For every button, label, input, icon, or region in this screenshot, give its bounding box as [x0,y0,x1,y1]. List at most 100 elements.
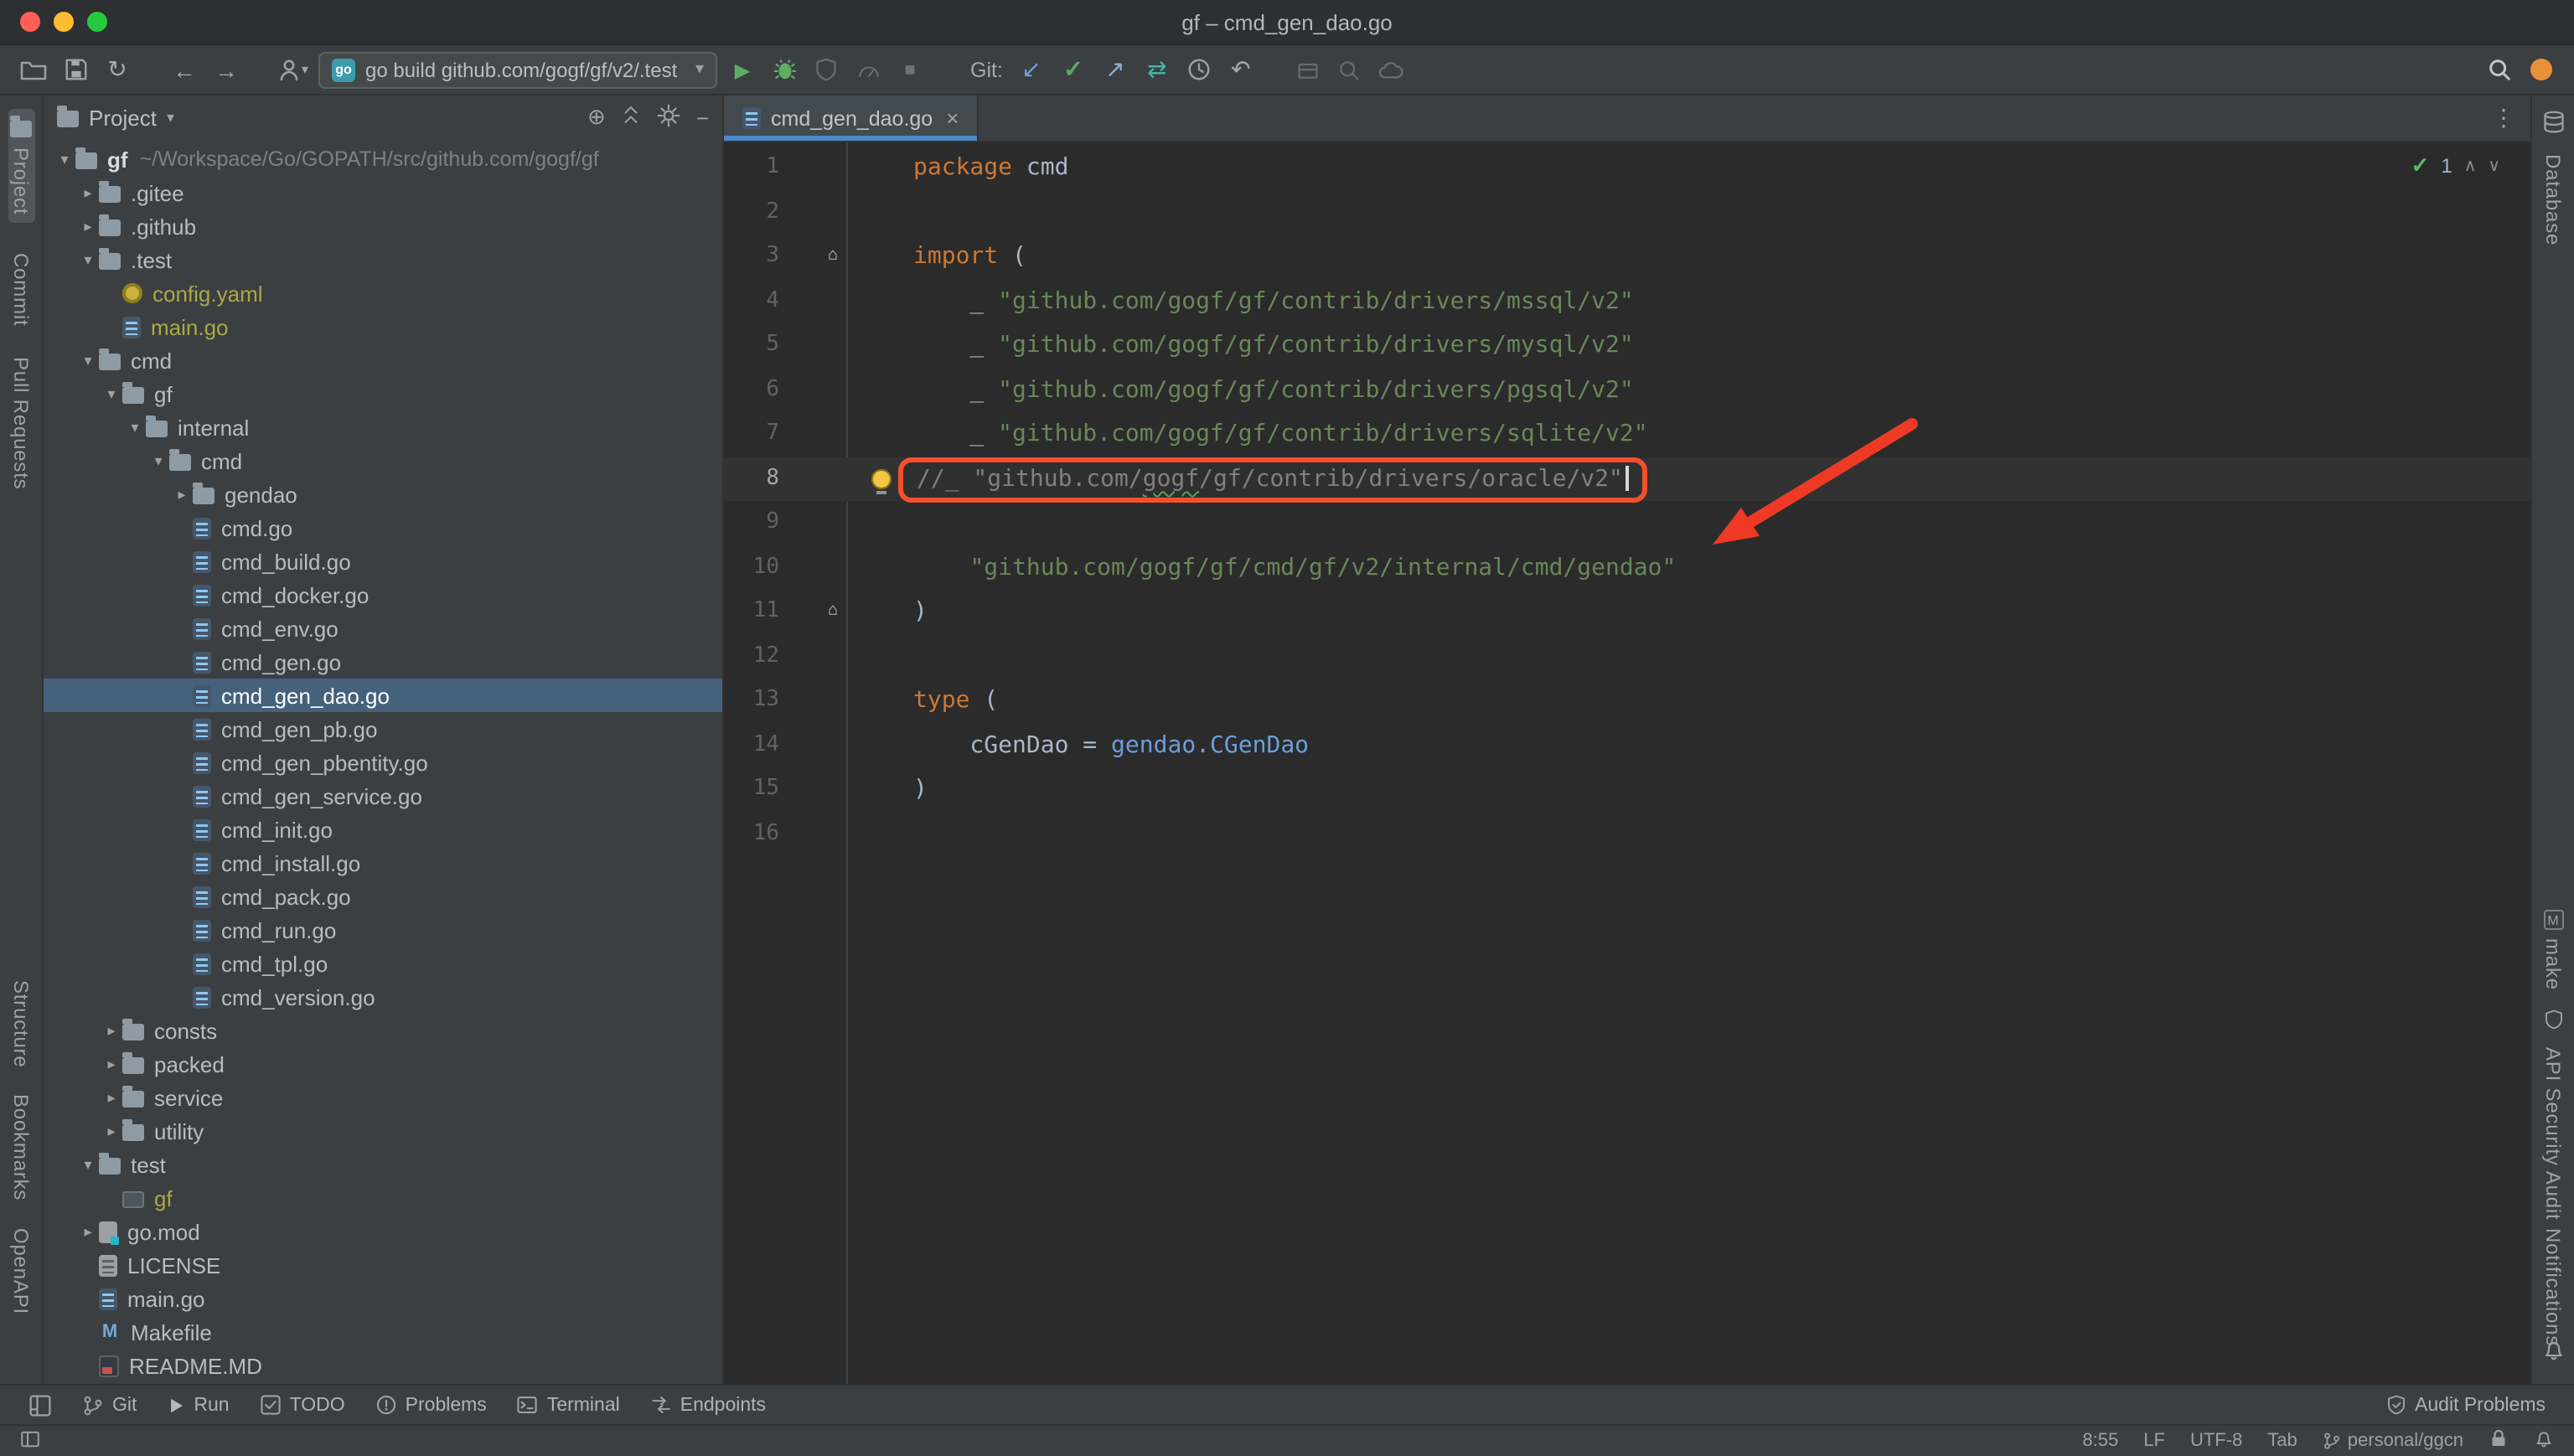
forward-icon[interactable]: → [209,53,243,86]
chevron-collapsed-icon[interactable]: ▸ [77,183,99,202]
tree-item-cmd[interactable]: ▾cmd [44,343,722,377]
project-tool-button[interactable]: Project [8,109,34,223]
tree-item-packed[interactable]: ▸packed [44,1047,722,1081]
chevron-collapsed-icon[interactable]: ▸ [171,485,193,503]
lock-icon[interactable] [2489,1428,2509,1454]
api-security-audit-tool-button[interactable]: API Security Audit [2541,1047,2565,1221]
chevron-expanded-icon[interactable]: ▾ [77,1155,99,1174]
code-line-9[interactable]: 9 [724,501,2530,545]
tool-button-todo[interactable]: TODO [245,1386,360,1424]
run-configuration-select[interactable]: go build github.com/gogf/gf/v2/.test ▾ [318,51,717,88]
tree-item-consts[interactable]: ▸consts [44,1014,722,1047]
chevron-collapsed-icon[interactable]: ▸ [101,1088,122,1107]
code-line-13[interactable]: 13type ( [724,679,2530,723]
tree-item-.test[interactable]: ▾.test [44,243,722,276]
save-all-icon[interactable] [59,53,92,86]
zoom-button[interactable] [87,12,107,32]
back-icon[interactable]: ← [168,53,201,86]
close-button[interactable] [20,12,40,32]
fold-marker-icon[interactable]: ⌂ [821,590,845,634]
tree-item-cmd_docker.go[interactable]: cmd_docker.go [44,578,722,612]
chevron-collapsed-icon[interactable]: ▸ [77,1222,99,1241]
tree-item-utility[interactable]: ▸utility [44,1114,722,1148]
database-tool-button[interactable]: Database [2541,154,2565,245]
tool-button-run[interactable]: Run [152,1386,244,1424]
code-line-5[interactable]: 5 _ "github.com/gogf/gf/contrib/drivers/… [724,323,2530,368]
tree-item-README.MD[interactable]: README.MD [44,1349,722,1382]
tree-item-cmd_gen_pb.go[interactable]: cmd_gen_pb.go [44,712,722,746]
tree-item-cmd_gen_dao.go[interactable]: cmd_gen_dao.go [44,679,722,712]
code-line-16[interactable]: 16 [724,812,2530,856]
commit-tool-button[interactable]: Commit [9,253,33,326]
tree-item-cmd_init.go[interactable]: cmd_init.go [44,813,722,846]
file-encoding[interactable]: UTF-8 [2190,1431,2242,1451]
tab-cmd_gen_dao[interactable]: cmd_gen_dao.go × [724,96,979,141]
open-folder-icon[interactable] [17,53,50,86]
fold-marker-icon[interactable]: ⌂ [821,235,845,279]
minimize-button[interactable] [54,12,74,32]
git-update-icon[interactable]: ↙ [1015,53,1048,86]
tree-item-gf[interactable]: ▾gf~/Workspace/Go/GOPATH/src/github.com/… [44,142,722,176]
tree-item-main.go[interactable]: main.go [44,310,722,343]
run-button[interactable]: ▶ [726,53,759,86]
tree-item-gf[interactable]: ▾gf [44,377,722,410]
cloud-icon[interactable] [1375,53,1408,86]
tool-button-audit-problems[interactable]: Audit Problems [2371,1386,2561,1424]
tool-button-endpoints[interactable]: Endpoints [635,1386,781,1424]
close-icon[interactable]: × [946,106,959,131]
collapse-all-icon[interactable] [621,104,643,131]
tree-item-main.go[interactable]: main.go [44,1282,722,1315]
chevron-expanded-icon[interactable]: ▾ [147,452,169,470]
code-line-11[interactable]: 11⌂) [724,590,2530,634]
history-clock-icon[interactable] [1182,53,1216,86]
tree-item-cmd_pack.go[interactable]: cmd_pack.go [44,880,722,913]
git-compare-icon[interactable]: ⇄ [1140,53,1174,86]
code-line-3[interactable]: 3⌂import ( [724,235,2530,279]
caret-position[interactable]: 8:55 [2082,1431,2118,1451]
chevron-collapsed-icon[interactable]: ▸ [101,1122,122,1140]
tree-item-cmd[interactable]: ▾cmd [44,444,722,478]
tree-item-cmd_gen_service.go[interactable]: cmd_gen_service.go [44,779,722,813]
search-icon[interactable] [2482,53,2515,86]
tree-item-cmd_gen_pbentity.go[interactable]: cmd_gen_pbentity.go [44,746,722,779]
sync-icon[interactable]: ↻ [101,53,134,86]
next-issue-icon[interactable]: ∨ [2488,157,2500,175]
tree-item-cmd_version.go[interactable]: cmd_version.go [44,980,722,1014]
tool-button-git[interactable]: Git [67,1386,152,1424]
chevron-expanded-icon[interactable]: ▾ [77,250,99,269]
tree-item-gendao[interactable]: ▸gendao [44,478,722,511]
search-everywhere-dim-icon[interactable] [1333,53,1367,86]
gear-icon[interactable] [658,103,681,132]
settings-notification-icon[interactable] [2524,53,2557,86]
tree-item-cmd.go[interactable]: cmd.go [44,511,722,545]
code-line-2[interactable]: 2 [724,190,2530,235]
git-commit-icon[interactable]: ✓ [1057,53,1090,86]
more-options-icon[interactable]: ⋮ [2492,96,2515,141]
tree-item-Makefile[interactable]: MMakefile [44,1315,722,1349]
make-tool-button[interactable]: make [2541,938,2565,990]
tree-item-config.yaml[interactable]: config.yaml [44,276,722,310]
tree-item-cmd_install.go[interactable]: cmd_install.go [44,846,722,880]
profiler-icon[interactable] [851,53,885,86]
tool-button-problems[interactable]: Problems [360,1386,502,1424]
intention-bulb-icon[interactable] [871,468,892,488]
tree-item-service[interactable]: ▸service [44,1081,722,1114]
stop-button[interactable]: ■ [893,53,927,86]
chevron-expanded-icon[interactable]: ▾ [101,385,122,403]
code-line-15[interactable]: 15) [724,767,2530,812]
chevron-collapsed-icon[interactable]: ▸ [101,1021,122,1040]
code-line-4[interactable]: 4 _ "github.com/gogf/gf/contrib/drivers/… [724,279,2530,323]
bell-icon[interactable] [2541,1337,2565,1371]
tree-item-go.mod[interactable]: ▸go.mod [44,1215,722,1248]
user-icon[interactable]: ▾ [277,53,310,86]
git-branch-widget[interactable]: personal/ggcn [2323,1431,2463,1451]
locate-file-icon[interactable]: ⊕ [587,104,606,131]
tree-item-.github[interactable]: ▸.github [44,209,722,243]
hide-panel-icon[interactable]: − [696,105,709,130]
tool-button-terminal[interactable]: Terminal [502,1386,635,1424]
chevron-expanded-icon[interactable]: ▾ [77,351,99,369]
tree-item-cmd_run.go[interactable]: cmd_run.go [44,913,722,947]
chevron-collapsed-icon[interactable]: ▸ [101,1055,122,1073]
run-with-coverage-icon[interactable] [809,53,843,86]
chevron-collapsed-icon[interactable]: ▸ [77,217,99,235]
